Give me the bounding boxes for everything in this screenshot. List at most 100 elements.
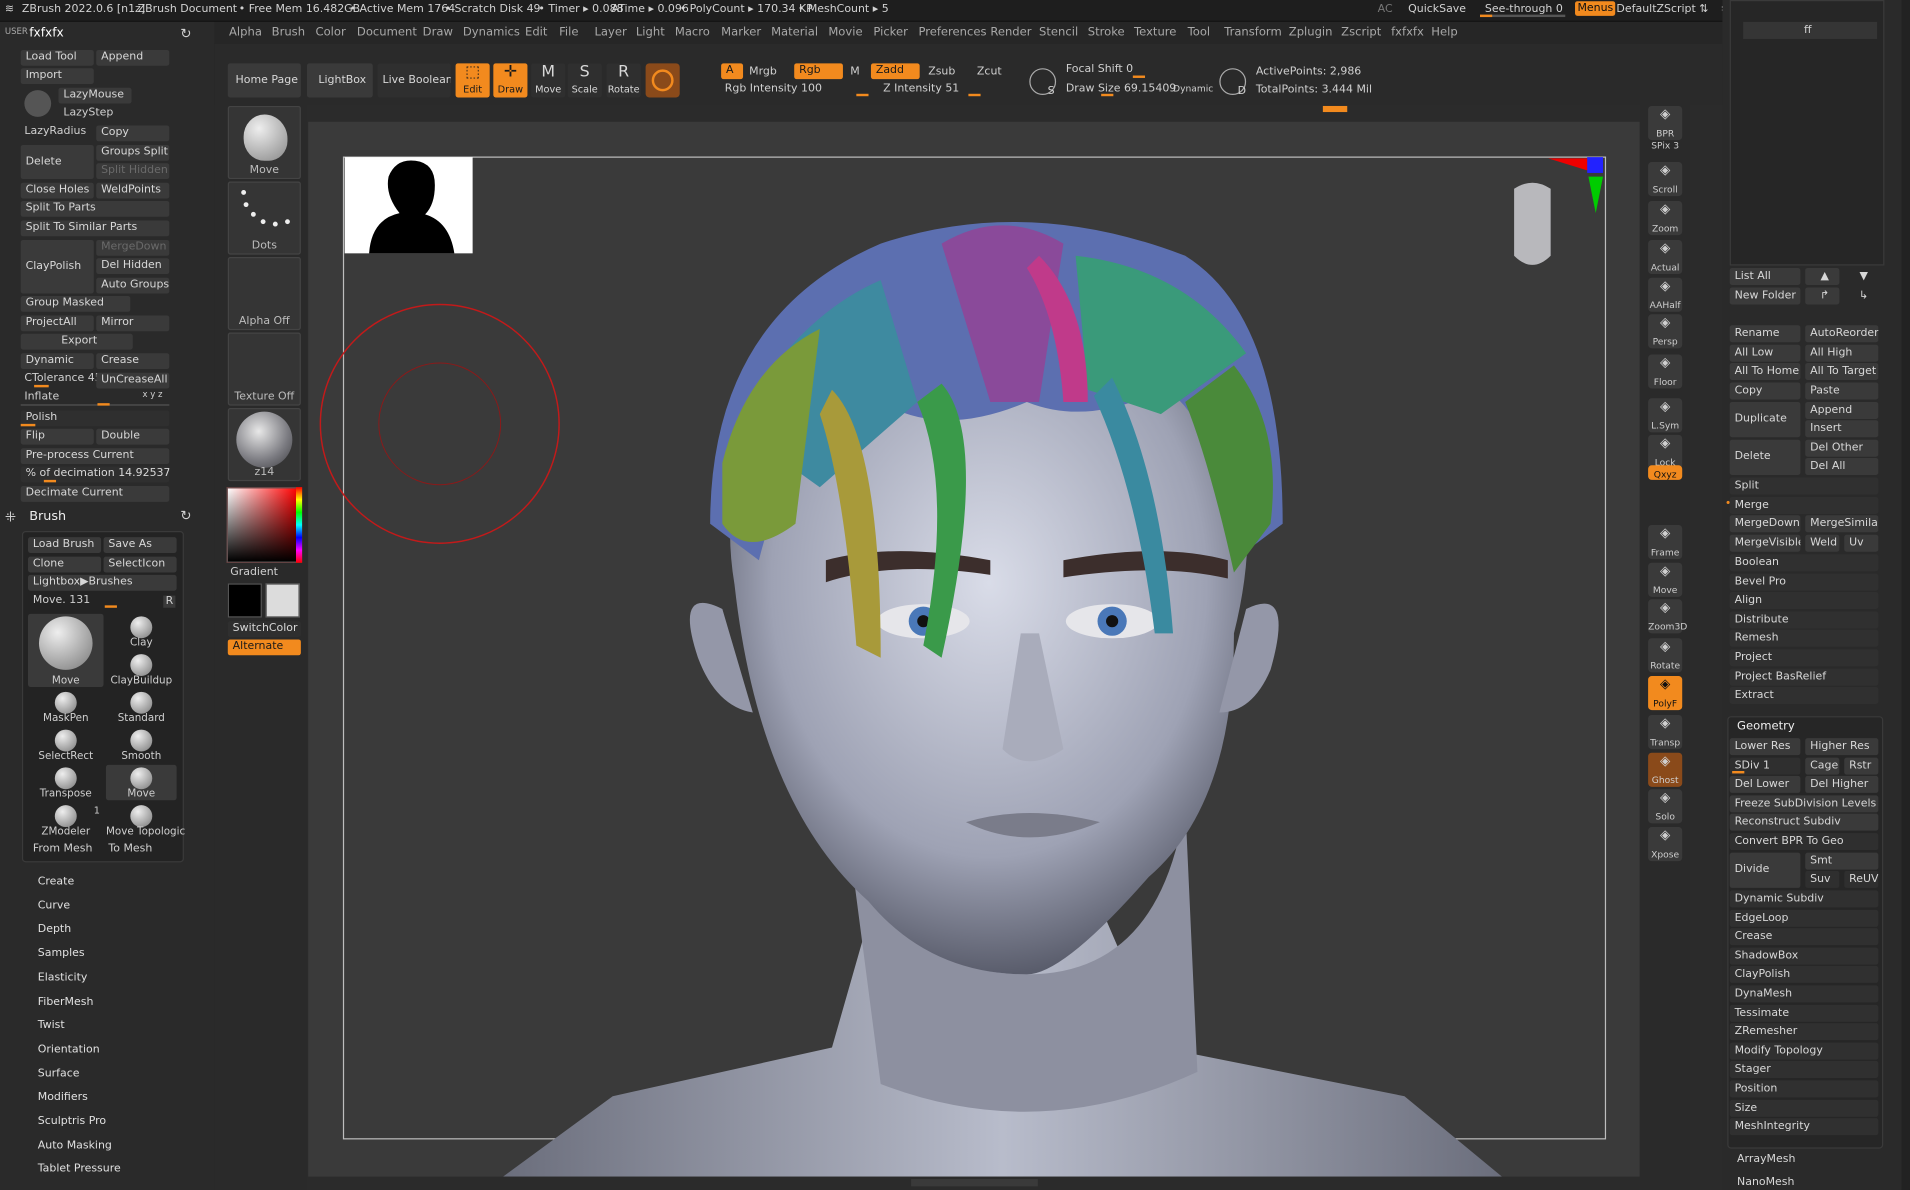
m-button[interactable]: M bbox=[850, 66, 859, 78]
menu-material[interactable]: Material bbox=[771, 26, 818, 39]
mergedown-button[interactable]: MergeDown bbox=[96, 239, 170, 256]
lazymouse-button[interactable]: LazyMouse bbox=[58, 87, 132, 104]
brush-section-title[interactable]: Brush bbox=[29, 509, 66, 524]
shelf-xpose-button[interactable]: ◈ Xpose bbox=[1648, 827, 1683, 862]
menu-fxfxfx[interactable]: fxfxfx bbox=[1391, 26, 1424, 39]
shelf-lsym-button[interactable]: ◈ L.Sym bbox=[1648, 398, 1683, 433]
brush-slot-smooth[interactable]: Smooth bbox=[106, 727, 177, 762]
geometry-zremesher-section[interactable]: ZRemesher bbox=[1729, 1023, 1879, 1041]
crease-button[interactable]: Crease bbox=[96, 353, 170, 370]
rgb-button[interactable]: Rgb bbox=[794, 63, 843, 80]
move-brush-thumb[interactable]: Move bbox=[227, 105, 301, 180]
merge-section[interactable]: Merge bbox=[1729, 496, 1879, 515]
auto-groups-button[interactable]: Auto Groups bbox=[96, 277, 170, 294]
subtool-align-section[interactable]: Align bbox=[1729, 592, 1879, 610]
append-subtool-button[interactable]: Append bbox=[1805, 401, 1879, 419]
refresh-icon[interactable]: ↻ bbox=[180, 26, 191, 42]
texture-thumb[interactable]: Texture Off bbox=[227, 332, 301, 406]
menu-color[interactable]: Color bbox=[315, 26, 345, 39]
del-higher-button[interactable]: Del Higher bbox=[1805, 775, 1879, 793]
load-brush-button[interactable]: Load Brush bbox=[28, 537, 102, 553]
del-other-button[interactable]: Del Other bbox=[1805, 439, 1879, 457]
selecticon-button[interactable]: SelectIcon bbox=[103, 556, 177, 573]
gradient-label[interactable]: Gradient bbox=[230, 566, 278, 578]
to-mesh-button[interactable]: To Mesh bbox=[108, 843, 152, 855]
all-low-button[interactable]: All Low bbox=[1729, 344, 1801, 362]
shelf-transp-button[interactable]: ◈ Transp bbox=[1648, 714, 1683, 750]
brush-preview-button[interactable] bbox=[645, 63, 680, 98]
split-section[interactable]: Split bbox=[1729, 477, 1879, 495]
menu-help[interactable]: Help bbox=[1431, 26, 1457, 39]
arraymesh-section[interactable]: ArrayMesh bbox=[1737, 1153, 1795, 1165]
paste-subtool-button[interactable]: Paste bbox=[1805, 382, 1879, 400]
shelf-solo-button[interactable]: ◈ Solo bbox=[1648, 789, 1683, 824]
geometry-tessimate-section[interactable]: Tessimate bbox=[1729, 1004, 1879, 1022]
split-hidden-button[interactable]: Split Hidden bbox=[96, 163, 170, 180]
lower-res-button[interactable]: Lower Res bbox=[1729, 738, 1801, 756]
secondary-color-swatch[interactable] bbox=[265, 583, 300, 618]
move-mode-button[interactable]: M Move bbox=[531, 63, 566, 98]
dots-stroke-thumb[interactable]: Dots bbox=[227, 181, 301, 255]
brush-slot-claybuildup[interactable]: ClayBuildup bbox=[106, 652, 177, 687]
brush-slot-maskpen[interactable]: MaskPen bbox=[28, 689, 104, 725]
inflate-xyz[interactable]: x y z bbox=[143, 390, 163, 400]
geometry-stager-section[interactable]: Stager bbox=[1729, 1061, 1879, 1079]
zsub-button[interactable]: Zsub bbox=[928, 66, 955, 78]
dynamic-button[interactable]: Dynamic bbox=[20, 353, 94, 370]
delete-button[interactable]: Delete bbox=[20, 144, 94, 180]
shelf-frame-button[interactable]: ◈ Frame bbox=[1648, 524, 1683, 560]
quicksave-button[interactable]: QuickSave bbox=[1408, 4, 1466, 16]
menu-zplugin[interactable]: Zplugin bbox=[1289, 26, 1333, 39]
subtool-project-section[interactable]: Project bbox=[1729, 649, 1879, 667]
zadd-button[interactable]: Zadd bbox=[870, 63, 920, 80]
geometry-title[interactable]: Geometry bbox=[1737, 720, 1795, 733]
brush-slot-move[interactable]: Move bbox=[28, 613, 104, 687]
subtool-remesh-section[interactable]: Remesh bbox=[1729, 630, 1879, 648]
higher-res-button[interactable]: Higher Res bbox=[1805, 738, 1879, 756]
brush-sub-elasticity[interactable]: Elasticity bbox=[38, 972, 88, 984]
menu-edit[interactable]: Edit bbox=[525, 26, 547, 39]
switchcolor-button[interactable]: SwitchColor bbox=[227, 621, 301, 638]
brush-sub-modifiers[interactable]: Modifiers bbox=[38, 1092, 88, 1104]
menu-draw[interactable]: Draw bbox=[423, 26, 453, 39]
brush-sub-samples[interactable]: Samples bbox=[38, 948, 85, 960]
weldpoints-button[interactable]: WeldPoints bbox=[96, 182, 170, 199]
brush-slot-standard[interactable]: Standard bbox=[106, 689, 177, 725]
menus-button[interactable]: Menus bbox=[1575, 1, 1616, 16]
z-intensity-slider[interactable]: Z Intensity 51 bbox=[883, 83, 959, 95]
brush-sub-depth[interactable]: Depth bbox=[38, 924, 71, 936]
lightbox-button[interactable]: LightBox bbox=[306, 63, 373, 98]
polish-slider[interactable]: Polish bbox=[20, 410, 170, 427]
groups-split-button[interactable]: Groups Split bbox=[96, 144, 170, 161]
reuv-toggle[interactable]: ReUV bbox=[1844, 870, 1879, 888]
right-panel-scrollbar[interactable] bbox=[1901, 0, 1910, 1190]
geometry-meshintegrity-section[interactable]: MeshIntegrity bbox=[1729, 1118, 1879, 1136]
brush-sub-twist[interactable]: Twist bbox=[38, 1020, 65, 1032]
brush-sub-curve[interactable]: Curve bbox=[38, 900, 70, 912]
delete-subtool-button[interactable]: Delete bbox=[1729, 439, 1801, 476]
menu-movie[interactable]: Movie bbox=[828, 26, 862, 39]
geometry-modify-topology-section[interactable]: Modify Topology bbox=[1729, 1042, 1879, 1060]
rstr-button[interactable]: Rstr bbox=[1844, 757, 1879, 775]
focal-shift-slider[interactable]: Focal Shift 0 bbox=[1066, 63, 1133, 75]
from-mesh-button[interactable]: From Mesh bbox=[33, 843, 93, 855]
projectall-button[interactable]: ProjectAll bbox=[20, 315, 94, 332]
del-lower-button[interactable]: Del Lower bbox=[1729, 775, 1801, 793]
shelf-move-button[interactable]: ◈ Move bbox=[1648, 562, 1683, 597]
inflate-slider[interactable]: Inflate bbox=[24, 391, 59, 403]
shelf-aahalf-button[interactable]: ◈ AAHalf bbox=[1648, 277, 1683, 312]
brush-sub-tablet-pressure[interactable]: Tablet Pressure bbox=[38, 1164, 121, 1176]
rgb-intensity-slider[interactable]: Rgb Intensity 100 bbox=[725, 83, 822, 95]
menu-tool[interactable]: Tool bbox=[1188, 26, 1210, 39]
subtool-item-ff[interactable]: ff bbox=[1743, 21, 1878, 39]
folder-arrow-icon[interactable]: ↱ bbox=[1805, 287, 1840, 305]
ctolerance-slider[interactable]: CTolerance 45 bbox=[24, 373, 101, 385]
brush-sub-orientation[interactable]: Orientation bbox=[38, 1044, 100, 1056]
move-up-icon[interactable]: ▲ bbox=[1805, 267, 1840, 286]
brush-sub-fibermesh[interactable]: FiberMesh bbox=[38, 996, 94, 1008]
brush-sub-create[interactable]: Create bbox=[38, 876, 74, 888]
brush-slot-transpose[interactable]: Transpose bbox=[28, 765, 104, 800]
freeze-subdivision-button[interactable]: Freeze SubDivision Levels bbox=[1729, 795, 1879, 813]
rotate-mode-button[interactable]: R Rotate bbox=[606, 63, 641, 98]
brush-move-value[interactable]: Move. 131 bbox=[33, 594, 90, 606]
